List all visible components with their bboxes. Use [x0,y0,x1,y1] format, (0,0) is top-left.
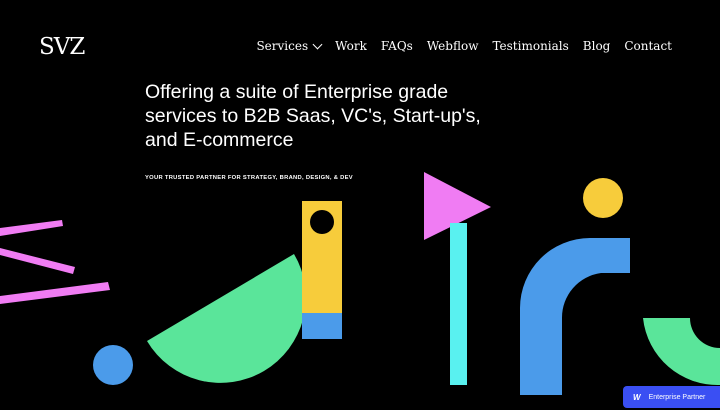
enterprise-partner-badge[interactable]: W Enterprise Partner [623,386,720,408]
green-half-circle [147,254,306,383]
pink-stripe-1 [0,220,63,236]
webflow-icon: W [633,392,641,402]
badge-label: Enterprise Partner [648,393,706,401]
hero-illustration [0,172,720,395]
pink-stripe-2 [0,248,75,274]
green-ring [643,318,720,386]
blue-arch [520,238,630,395]
yellow-circle [583,178,623,218]
yellow-bar-hole [310,210,334,234]
blue-bar-segment [302,313,342,339]
pink-stripe-3 [0,282,110,304]
cyan-pole [450,223,467,385]
blue-circle [93,345,133,385]
